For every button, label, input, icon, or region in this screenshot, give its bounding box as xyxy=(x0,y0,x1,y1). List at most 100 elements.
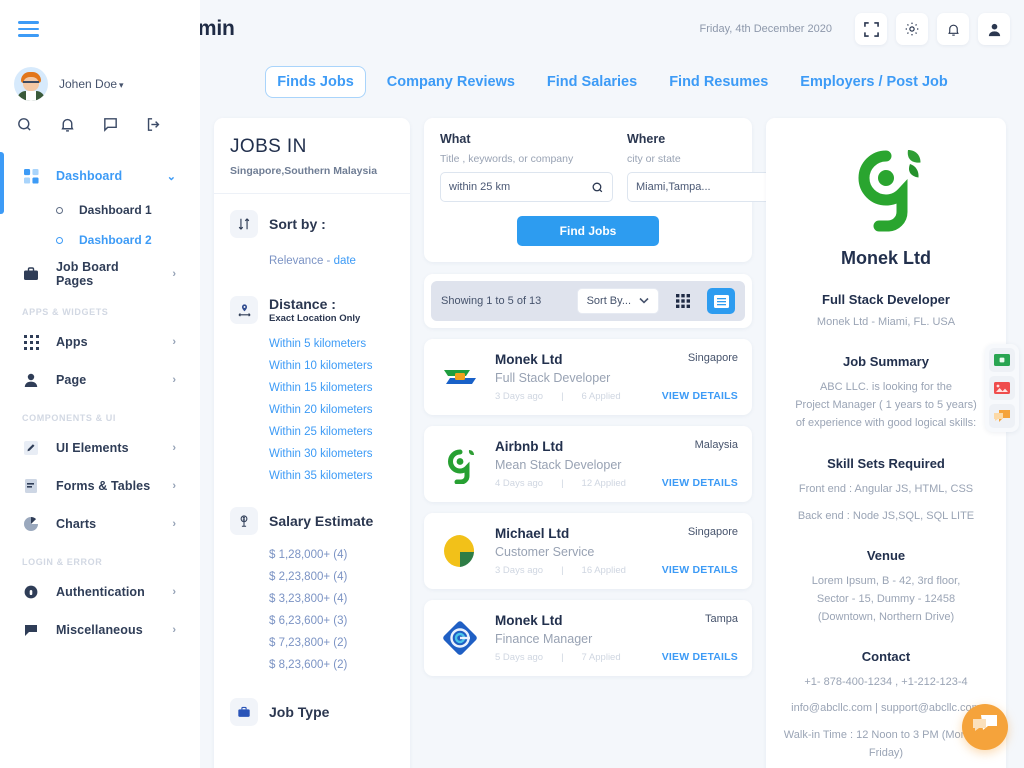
sidebar-item-label: Charts xyxy=(56,517,97,531)
job-list-item[interactable]: Monek Ltd Finance Manager 5 Days ago | 7 A… xyxy=(424,600,752,676)
tab-finds-jobs[interactable]: Finds Jobs xyxy=(265,66,366,98)
sort-date-link[interactable]: date xyxy=(334,255,356,267)
sort-by-dropdown[interactable]: Sort By... xyxy=(576,288,659,314)
distance-option[interactable]: Within 30 kilometers xyxy=(230,443,394,465)
distance-option[interactable]: Within 5 kilometers xyxy=(230,333,394,355)
filter-sort-by: Sort by : Relevance - date xyxy=(214,194,410,276)
fullscreen-icon[interactable] xyxy=(855,13,887,45)
grid-view-icon[interactable] xyxy=(669,288,697,314)
job-list-item[interactable]: Monek Ltd Full Stack Developer 3 Days ag… xyxy=(424,339,752,415)
sort-icon xyxy=(230,210,258,238)
sidebar-item-forms-tables[interactable]: Forms & Tables › xyxy=(0,467,200,505)
chevron-down-icon xyxy=(639,295,649,307)
distance-option[interactable]: Within 35 kilometers xyxy=(230,465,394,487)
venue-line: Lorem Ipsum, B - 42, 3rd floor, xyxy=(811,574,961,587)
list-view-icon[interactable] xyxy=(707,288,735,314)
sidebar-item-authentication[interactable]: Authentication › xyxy=(0,573,200,611)
salary-option[interactable]: $ 7,23,800+ (2) xyxy=(230,632,394,654)
divider: | xyxy=(561,565,564,576)
menu-toggle-button[interactable] xyxy=(6,9,50,49)
filter-salary: Salary Estimate $ 1,28,000+ (4) $ 2,23,8… xyxy=(214,491,410,680)
sort-relevance-date[interactable]: Relevance - date xyxy=(230,247,394,272)
gear-icon[interactable] xyxy=(896,13,928,45)
sidebar-quick-actions xyxy=(0,110,200,145)
distance-option[interactable]: Within 20 kilometers xyxy=(230,399,394,421)
salary-option[interactable]: $ 6,23,600+ (3) xyxy=(230,610,394,632)
briefcase-icon xyxy=(230,698,258,726)
detail-skills-text: Front end : Angular JS, HTML, CSS Back e… xyxy=(780,480,992,525)
sidebar-item-page[interactable]: Page › xyxy=(0,361,200,399)
sidebar-item-label: Page xyxy=(56,373,87,387)
sidebar-item-apps[interactable]: Apps › xyxy=(0,323,200,361)
detail-venue-text: Lorem Ipsum, B - 42, 3rd floor, Sector -… xyxy=(780,572,992,626)
job-location: Malaysia xyxy=(694,439,738,451)
job-detail-panel: Monek Ltd Full Stack Developer Monek Ltd… xyxy=(766,118,1006,768)
chat-fab-button[interactable] xyxy=(962,704,1008,750)
page-title: JOBS IN xyxy=(230,136,307,157)
profile-icon[interactable] xyxy=(978,13,1010,45)
sidebar-section-login-error: LOGIN & ERROR xyxy=(22,557,103,567)
job-list-item[interactable]: Airbnb Ltd Mean Stack Developer 4 Days a… xyxy=(424,426,752,502)
tab-employers-post-job[interactable]: Employers / Post Job xyxy=(789,67,958,97)
job-applied: 6 Applied xyxy=(581,391,621,402)
search-icon[interactable] xyxy=(16,116,33,133)
what-input-box[interactable] xyxy=(440,172,613,202)
job-role: Mean Stack Developer xyxy=(495,458,622,472)
image-icon[interactable] xyxy=(989,376,1015,400)
job-list-item[interactable]: Michael Ltd Customer Service 3 Days ago |… xyxy=(424,513,752,589)
sidebar-item-label: UI Elements xyxy=(56,441,129,455)
chevron-right-icon: › xyxy=(172,268,176,280)
distance-option[interactable]: Within 15 kilometers xyxy=(230,377,394,399)
summary-line: of experience with good logical skills: xyxy=(795,417,977,430)
sidebar-item-label: Authentication xyxy=(56,585,145,599)
chevron-right-icon: › xyxy=(172,374,176,386)
sidebar-item-dashboard[interactable]: Dashboard ⌄ xyxy=(0,157,200,195)
filter-title: Job Type xyxy=(269,704,330,720)
user-name-dropdown[interactable]: Johen Doe ▾ xyxy=(59,77,124,91)
bell-icon[interactable] xyxy=(59,116,76,133)
view-details-link[interactable]: VIEW DETAILS xyxy=(662,564,738,576)
sidebar-item-job-board-pages[interactable]: Job Board Pages › xyxy=(0,255,200,293)
view-details-link[interactable]: VIEW DETAILS xyxy=(662,651,738,663)
tab-company-reviews[interactable]: Company Reviews xyxy=(376,67,526,97)
sidebar: Johen Doe ▾ Dashboard ⌄ Dashboard 1 Dash… xyxy=(0,0,200,768)
sort-relevance-label: Relevance - xyxy=(269,255,334,267)
salary-option[interactable]: $ 2,23,800+ (4) xyxy=(230,566,394,588)
job-posted: 5 Days ago xyxy=(495,652,544,663)
salary-option[interactable]: $ 8,23,600+ (2) xyxy=(230,654,394,676)
search-input[interactable] xyxy=(449,181,591,193)
chat-bubble-icon[interactable] xyxy=(989,404,1015,428)
chevron-right-icon: › xyxy=(172,336,176,348)
distance-option[interactable]: Within 25 kilometers xyxy=(230,421,394,443)
distance-option[interactable]: Within 10 kilometers xyxy=(230,355,394,377)
chat-icon[interactable] xyxy=(102,116,119,133)
sidebar-subitem-dashboard-1[interactable]: Dashboard 1 xyxy=(0,195,200,225)
sidebar-item-charts[interactable]: Charts › xyxy=(0,505,200,543)
bell-icon[interactable] xyxy=(937,13,969,45)
lock-icon xyxy=(22,583,40,601)
salary-option[interactable]: $ 1,28,000+ (4) xyxy=(230,544,394,566)
salary-option[interactable]: $ 3,23,800+ (4) xyxy=(230,588,394,610)
sidebar-section-components-ui: COMPONENTS & UI xyxy=(22,413,117,423)
what-hint: Title , keywords, or company xyxy=(440,153,574,165)
filter-distance: Distance : Exact Location Only Within 5 … xyxy=(214,276,410,491)
tab-find-resumes[interactable]: Find Resumes xyxy=(658,67,779,97)
sidebar-user[interactable]: Johen Doe ▾ xyxy=(0,58,200,110)
job-location: Singapore xyxy=(687,526,738,538)
location-input[interactable] xyxy=(636,181,778,193)
view-details-link[interactable]: VIEW DETAILS xyxy=(662,477,738,489)
sidebar-subitem-label: Dashboard 1 xyxy=(79,203,152,217)
sidebar-item-miscellaneous[interactable]: Miscellaneous › xyxy=(0,611,200,649)
sidebar-subitem-dashboard-2[interactable]: Dashboard 2 xyxy=(0,225,200,255)
filter-title: Salary Estimate xyxy=(269,513,374,529)
contact-line: +1- 878-400-1234 , +1-212-123-4 xyxy=(804,676,968,689)
money-icon[interactable] xyxy=(989,348,1015,372)
view-details-link[interactable]: VIEW DETAILS xyxy=(662,390,738,402)
search-icon[interactable] xyxy=(591,181,604,194)
find-jobs-button[interactable]: Find Jobs xyxy=(517,216,659,246)
logout-icon[interactable] xyxy=(145,116,162,133)
tab-find-salaries[interactable]: Find Salaries xyxy=(536,67,648,97)
job-applied: 7 Applied xyxy=(581,652,621,663)
sidebar-item-ui-elements[interactable]: UI Elements › xyxy=(0,429,200,467)
job-role: Customer Service xyxy=(495,545,595,559)
